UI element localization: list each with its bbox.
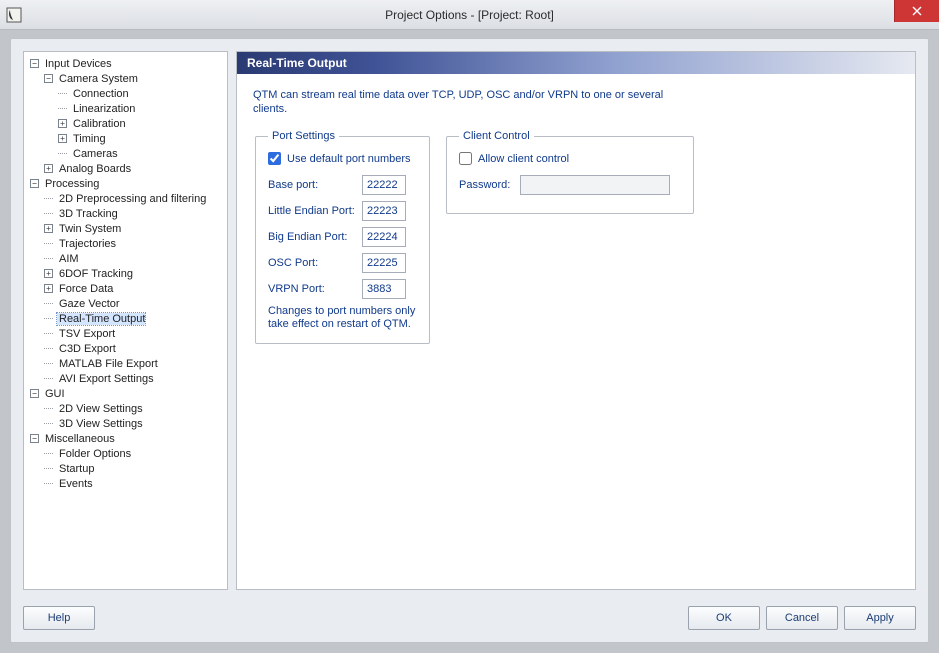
- ok-button[interactable]: OK: [688, 606, 760, 630]
- tree-leaf-icon: [44, 209, 53, 218]
- tree-leaf-icon: [44, 479, 53, 488]
- nav-tree[interactable]: −Input Devices −Camera System Connection…: [23, 51, 228, 590]
- expand-icon[interactable]: +: [58, 134, 67, 143]
- tree-item-twin-system[interactable]: +Twin System: [44, 221, 221, 236]
- tree-item-matlab-export[interactable]: MATLAB File Export: [44, 356, 221, 371]
- tree-item-gui[interactable]: −GUI: [30, 386, 221, 401]
- expand-icon[interactable]: +: [44, 164, 53, 173]
- titlebar: Project Options - [Project: Root]: [0, 0, 939, 30]
- tree-leaf-icon: [44, 299, 53, 308]
- big-endian-port-input[interactable]: [362, 227, 406, 247]
- allow-client-control-label: Allow client control: [478, 153, 569, 165]
- tree-leaf-icon: [44, 374, 53, 383]
- app-icon: [6, 7, 22, 23]
- port-restart-note: Changes to port numbers only take effect…: [268, 305, 417, 331]
- little-endian-port-input[interactable]: [362, 201, 406, 221]
- client-control-legend: Client Control: [459, 130, 534, 142]
- tree-item-cameras[interactable]: Cameras: [58, 146, 221, 161]
- tree-leaf-icon: [58, 89, 67, 98]
- collapse-icon[interactable]: −: [30, 434, 39, 443]
- tree-leaf-icon: [44, 194, 53, 203]
- password-input[interactable]: [520, 175, 670, 195]
- port-settings-group: Port Settings Use default port numbers B…: [255, 130, 430, 344]
- port-settings-legend: Port Settings: [268, 130, 339, 142]
- tree-leaf-icon: [44, 449, 53, 458]
- panel-description: QTM can stream real time data over TCP, …: [253, 88, 673, 116]
- dialog-buttons: Help OK Cancel Apply: [23, 604, 916, 632]
- tree-item-force-data[interactable]: +Force Data: [44, 281, 221, 296]
- tree-leaf-icon: [58, 149, 67, 158]
- client-control-group: Client Control Allow client control Pass…: [446, 130, 694, 214]
- apply-button[interactable]: Apply: [844, 606, 916, 630]
- close-icon: [912, 6, 922, 16]
- tree-item-3d-tracking[interactable]: 3D Tracking: [44, 206, 221, 221]
- tree-item-analog-boards[interactable]: +Analog Boards: [44, 161, 221, 176]
- content-panel: Real-Time Output QTM can stream real tim…: [236, 51, 916, 590]
- collapse-icon[interactable]: −: [30, 59, 39, 68]
- base-port-input[interactable]: [362, 175, 406, 195]
- tree-item-folder-options[interactable]: Folder Options: [44, 446, 221, 461]
- use-default-ports-checkbox[interactable]: [268, 152, 281, 165]
- tree-item-calibration[interactable]: +Calibration: [58, 116, 221, 131]
- big-endian-port-label: Big Endian Port:: [268, 231, 356, 243]
- tree-leaf-icon: [44, 254, 53, 263]
- collapse-icon[interactable]: −: [30, 179, 39, 188]
- tree-leaf-icon: [44, 314, 53, 323]
- tree-leaf-icon: [44, 404, 53, 413]
- close-button[interactable]: [894, 0, 939, 22]
- tree-leaf-icon: [44, 344, 53, 353]
- tree-leaf-icon: [44, 359, 53, 368]
- tree-leaf-icon: [58, 104, 67, 113]
- tree-item-2d-preprocessing[interactable]: 2D Preprocessing and filtering: [44, 191, 221, 206]
- expand-icon[interactable]: +: [44, 224, 53, 233]
- collapse-icon[interactable]: −: [30, 389, 39, 398]
- tree-item-gaze-vector[interactable]: Gaze Vector: [44, 296, 221, 311]
- tree-item-tsv-export[interactable]: TSV Export: [44, 326, 221, 341]
- tree-item-events[interactable]: Events: [44, 476, 221, 491]
- osc-port-label: OSC Port:: [268, 257, 356, 269]
- tree-leaf-icon: [44, 329, 53, 338]
- tree-item-connection[interactable]: Connection: [58, 86, 221, 101]
- tree-item-linearization[interactable]: Linearization: [58, 101, 221, 116]
- dialog-frame: −Input Devices −Camera System Connection…: [10, 38, 929, 643]
- tree-item-6dof[interactable]: +6DOF Tracking: [44, 266, 221, 281]
- use-default-ports-label: Use default port numbers: [287, 153, 411, 165]
- tree-item-input-devices[interactable]: −Input Devices: [30, 56, 221, 71]
- panel-title: Real-Time Output: [237, 52, 915, 74]
- tree-item-startup[interactable]: Startup: [44, 461, 221, 476]
- help-button[interactable]: Help: [23, 606, 95, 630]
- base-port-label: Base port:: [268, 179, 356, 191]
- little-endian-port-label: Little Endian Port:: [268, 205, 356, 217]
- expand-icon[interactable]: +: [44, 269, 53, 278]
- password-label: Password:: [459, 179, 514, 191]
- tree-item-miscellaneous[interactable]: −Miscellaneous: [30, 431, 221, 446]
- window-title: Project Options - [Project: Root]: [385, 8, 554, 22]
- vrpn-port-input[interactable]: [362, 279, 406, 299]
- tree-item-c3d-export[interactable]: C3D Export: [44, 341, 221, 356]
- tree-item-avi-export[interactable]: AVI Export Settings: [44, 371, 221, 386]
- collapse-icon[interactable]: −: [44, 74, 53, 83]
- tree-leaf-icon: [44, 419, 53, 428]
- tree-item-trajectories[interactable]: Trajectories: [44, 236, 221, 251]
- tree-item-real-time-output[interactable]: Real-Time Output: [44, 311, 221, 326]
- osc-port-input[interactable]: [362, 253, 406, 273]
- expand-icon[interactable]: +: [58, 119, 67, 128]
- tree-leaf-icon: [44, 464, 53, 473]
- expand-icon[interactable]: +: [44, 284, 53, 293]
- tree-item-processing[interactable]: −Processing: [30, 176, 221, 191]
- tree-leaf-icon: [44, 239, 53, 248]
- tree-item-3d-view[interactable]: 3D View Settings: [44, 416, 221, 431]
- cancel-button[interactable]: Cancel: [766, 606, 838, 630]
- allow-client-control-checkbox[interactable]: [459, 152, 472, 165]
- vrpn-port-label: VRPN Port:: [268, 283, 356, 295]
- tree-item-aim[interactable]: AIM: [44, 251, 221, 266]
- tree-item-camera-system[interactable]: −Camera System: [44, 71, 221, 86]
- tree-item-timing[interactable]: +Timing: [58, 131, 221, 146]
- tree-item-2d-view[interactable]: 2D View Settings: [44, 401, 221, 416]
